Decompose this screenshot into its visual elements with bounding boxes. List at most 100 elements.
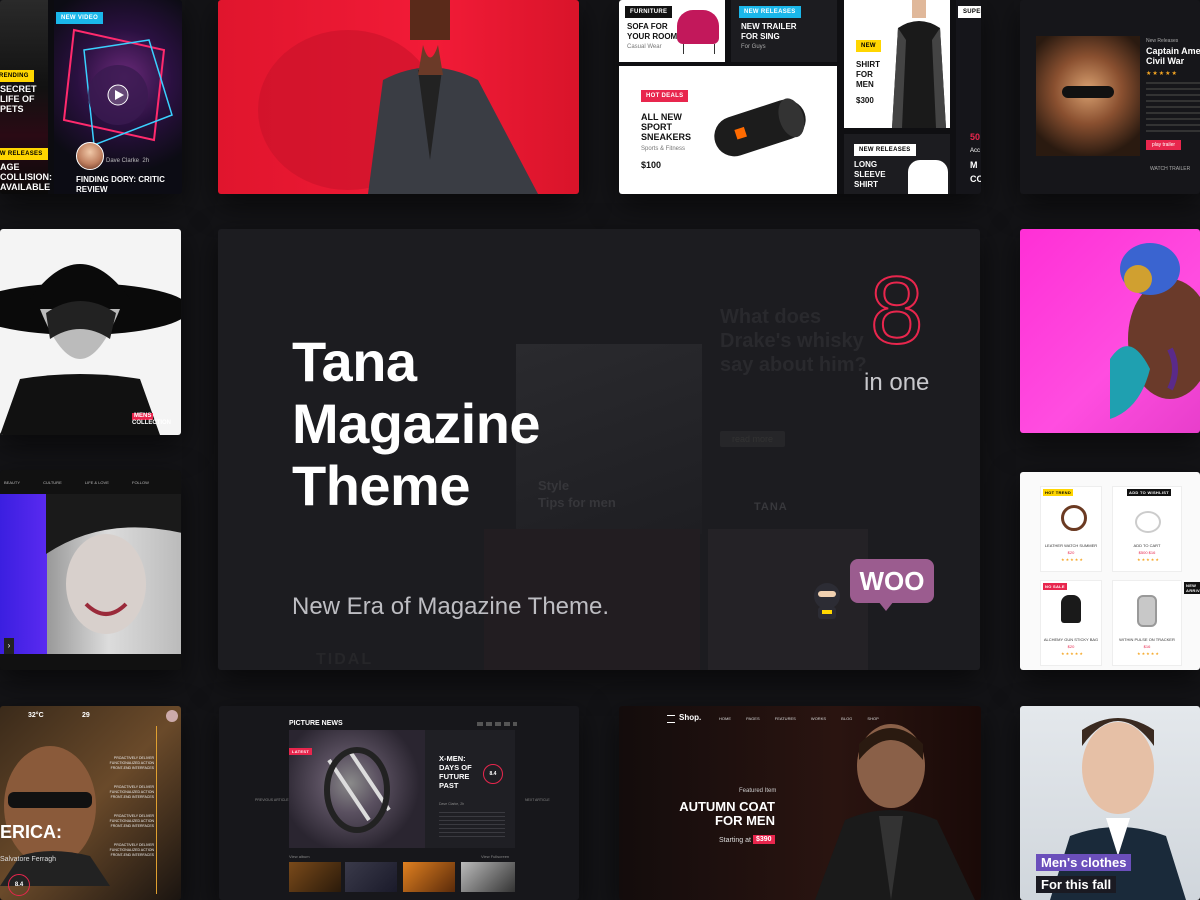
tile-video[interactable]: TRENDING SECRET LIFE OF PETS NEW RELEASE…	[0, 0, 182, 194]
nav-home[interactable]: HOME	[719, 716, 731, 721]
sneakers-sub: Sports & Fitness	[641, 146, 686, 152]
hero-title: Tana Magazine Theme	[292, 330, 541, 517]
pink-portrait-figure	[1110, 243, 1200, 419]
view-album-link[interactable]: View album	[289, 854, 310, 859]
hot-deals-card[interactable]: HOT DEALS ALL NEW SPORT SNEAKERS Sports …	[619, 66, 837, 194]
product-card-3[interactable]: NO SALE ALCHEMY GUN STICKY BAG $20 ★★★★★	[1040, 580, 1102, 666]
movie-title: Captain America: Civil War	[1146, 46, 1200, 66]
furniture-tag: FURNITURE	[625, 6, 673, 18]
profile-avatar[interactable]	[166, 710, 178, 722]
hot-trend-tag: HOT TREND	[1043, 489, 1074, 496]
tile-fashion[interactable]: BEAUTY CULTURE LIFE & LOVE FOLLOW ›	[0, 470, 181, 670]
tile-shop-hero[interactable]: Shop. HOME PAGES FEATURES WORKS BLOG SHO…	[619, 706, 981, 900]
temperature: 32°C	[28, 712, 44, 719]
tile-shop-grid[interactable]: FURNITURE SOFA FOR YOUR ROOM Casual Wear…	[619, 0, 981, 194]
share-icons[interactable]	[477, 722, 517, 726]
super-partial-text: 50 Acc M CO	[970, 132, 981, 184]
tile-movie[interactable]: New Releases Captain America: Civil War …	[1020, 0, 1200, 194]
hat-portrait	[0, 264, 181, 435]
hot-deals-tag: HOT DEALS	[641, 90, 689, 102]
tile-products[interactable]: HOT TREND LEATHER WATCH SUMMER $20 ★★★★★…	[1020, 472, 1200, 670]
timeline	[156, 726, 157, 894]
nav-features[interactable]: FEATURES	[775, 716, 796, 721]
hero-bg-button: read more	[720, 431, 786, 447]
picture-news-author: Dave Clarke, 2h	[439, 802, 465, 806]
thumb-4[interactable]	[461, 862, 515, 892]
new-video-badge: NEW VIDEO	[56, 12, 104, 24]
shirt-title: SHIRT FOR MEN	[856, 60, 880, 89]
product-rating-3: ★★★★★	[1061, 651, 1084, 656]
hamburger-icon[interactable]	[667, 715, 675, 723]
product-name-1: LEATHER WATCH SUMMER	[1044, 543, 1098, 548]
starting-label: Starting at	[719, 837, 751, 844]
product-rating-4: ★★★★★	[1137, 651, 1160, 656]
product-card-2[interactable]: ADD TO WISHLIST ADD TO CART $500 $16 ★★★…	[1112, 486, 1182, 572]
play-trailer-button[interactable]: play trailer	[1146, 140, 1182, 150]
sneakers-price: $100	[641, 160, 662, 170]
article-author: Salvatore Ferragh	[0, 856, 57, 863]
coat-man	[815, 724, 975, 900]
thumb-3[interactable]	[403, 862, 455, 892]
trailer-card[interactable]: NEW RELEASES NEW TRAILER FOR SING For Gu…	[731, 0, 837, 62]
view-fullscreen-link[interactable]: View Fullscreen	[481, 854, 509, 859]
product-name-2[interactable]: ADD TO CART	[1113, 543, 1181, 548]
watch-trailer-link[interactable]: WATCH TRAILER	[1150, 166, 1190, 172]
next-article-link[interactable]: NEXT ARTICLE	[525, 798, 550, 802]
trending-badge: TRENDING	[0, 70, 34, 82]
prev-article-link[interactable]: PREVIOUS ARTICLE	[255, 798, 289, 802]
hero-bg-style: Style Tips for men	[538, 478, 616, 510]
latest-tag: LATEST	[289, 748, 313, 755]
tile-red-portrait[interactable]	[218, 0, 579, 194]
video-headline[interactable]: FINDING DORY: CRITIC REVIEW	[76, 175, 180, 194]
shirt-new-tag: NEW	[856, 40, 881, 52]
product-card-4[interactable]: WITHIN PULSE ON TRACKER $16 ★★★★★	[1112, 580, 1182, 666]
trailer-tag: NEW RELEASES	[739, 6, 801, 18]
nav-culture[interactable]: CULTURE	[43, 480, 62, 485]
super-card[interactable]: SUPER 50 Acc M CO	[956, 0, 981, 194]
thumb-2[interactable]	[345, 862, 397, 892]
product-rating-1: ★★★★★	[1061, 557, 1084, 562]
picture-news-headline: X-MEN: DAYS OF FUTURE PAST	[439, 754, 472, 790]
product-card-1[interactable]: HOT TREND LEATHER WATCH SUMMER $20 ★★★★★	[1040, 486, 1102, 572]
nav-life-love[interactable]: LIFE & LOVE	[85, 480, 109, 485]
nav-beauty[interactable]: BEAUTY	[4, 480, 20, 485]
movie-poster	[1036, 36, 1140, 156]
video-thumbnail[interactable]	[54, 0, 182, 194]
sofa-sub: Casual Wear	[627, 44, 662, 50]
nav-pages[interactable]: PAGES	[746, 716, 760, 721]
no-sale-tag: NO SALE	[1043, 583, 1067, 590]
tile-pink-portrait[interactable]	[1020, 229, 1200, 433]
tile-picture-news[interactable]: PICTURE NEWS PREVIOUS ARTICLE NEXT ARTIC…	[219, 706, 579, 900]
nav-follow[interactable]: FOLLOW	[132, 480, 149, 485]
product-name-4: WITHIN PULSE ON TRACKER	[1119, 637, 1175, 642]
product-name-3: ALCHEMY GUN STICKY BAG	[1043, 637, 1099, 642]
backpack-image	[1061, 595, 1081, 623]
long-sleeve-card[interactable]: NEW RELEASES LONG SLEEVE SHIRT	[844, 134, 950, 194]
fashion-arrow-button[interactable]: ›	[4, 638, 14, 654]
tile-weather-article[interactable]: 32°C 29 ERICA: Salvatore Ferragh 8.4 PRO…	[0, 706, 181, 900]
score-badge: 8.4	[8, 874, 30, 896]
fashion-nav[interactable]: BEAUTY CULTURE LIFE & LOVE FOLLOW	[4, 480, 171, 485]
hero-bg-headline: What does Drake's whisky say about him?	[720, 306, 867, 376]
sunglasses-man	[0, 746, 110, 886]
sleeve-image	[908, 160, 948, 194]
sofa-card[interactable]: FURNITURE SOFA FOR YOUR ROOM Casual Wear	[619, 0, 725, 62]
article-headline: ERICA:	[0, 822, 62, 842]
mens-badge: MENS COLLECTION	[132, 413, 171, 426]
side-headline: SECRET LIFE OF PETS	[0, 84, 37, 114]
hero-bg-tidal: TIDAL	[316, 651, 374, 668]
tile-mens-clothes[interactable]: Men's clothes For this fall	[1020, 706, 1200, 900]
avatar	[76, 142, 104, 170]
tracker-image	[1137, 595, 1157, 627]
picture-news-card[interactable]: LATEST X-MEN: DAYS OF FUTURE PAST 8.4 Da…	[289, 730, 515, 848]
shop-logo[interactable]: Shop.	[679, 713, 701, 722]
thumb-1[interactable]	[289, 862, 341, 892]
sleeve-title: LONG SLEEVE SHIRT	[854, 160, 886, 189]
shirt-card[interactable]: NEW SHIRT FOR MEN $300	[844, 0, 950, 128]
shop-hero-price: $390	[753, 835, 775, 844]
trailer-sub: For Guys	[741, 44, 766, 50]
tile-mens-collection[interactable]: MENS COLLECTION	[0, 229, 181, 435]
author-line: Dave Clarke 2h	[106, 158, 150, 164]
picture-news-excerpt	[439, 812, 505, 838]
trailer-title: NEW TRAILER FOR SING	[741, 22, 797, 41]
